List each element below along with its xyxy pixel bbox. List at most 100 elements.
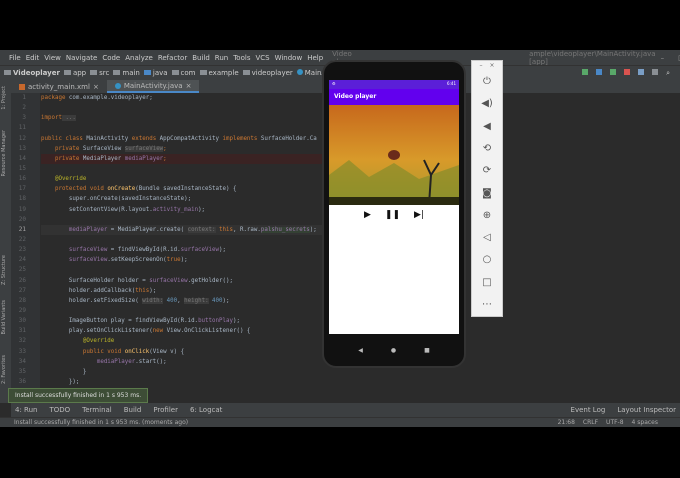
volume-up-icon[interactable]: ◀) [481,93,493,115]
code-editor[interactable]: package com.example.videoplayer; import … [41,93,326,403]
crumb-label: Videoplayer [13,69,60,77]
emulator-toolbar: – × ⏻ ◀) ◀ ⟲ ⟳ ◙ ⊕ ◁ ○ □ ⋯ [471,60,503,317]
line-number: 11 [18,124,26,132]
tool-run[interactable]: 4: Run [15,406,37,414]
close-tab-icon[interactable]: × [186,82,192,90]
tool-profiler[interactable]: Profiler [153,406,178,414]
rotate-left-icon[interactable]: ⟲ [483,138,491,160]
rotate-right-icon[interactable]: ⟳ [483,160,491,182]
status-bar: Install successfully finished in 1 s 953… [0,417,680,427]
tool-project[interactable]: 1: Project [1,86,7,110]
indent-setting[interactable]: 4 spaces [632,419,658,426]
code-token: activity_main [152,206,199,213]
minimize-button[interactable]: – [661,54,665,62]
line-number: 33 [18,347,26,355]
menu-help[interactable]: Help [307,54,323,62]
run-icon[interactable] [582,68,589,75]
line-number: 29 [18,306,26,314]
back-icon[interactable]: ◀ [358,347,363,354]
zoom-icon[interactable]: ⊕ [483,205,491,227]
code-token: , R.raw. [232,226,261,233]
profile-icon[interactable] [596,68,603,75]
code-token: ); [180,257,188,264]
tool-favorites[interactable]: 2: Favorites [1,355,7,384]
tab-activity-main-xml[interactable]: activity_main.xml × [11,80,107,93]
param-hint: context: [187,226,216,233]
phone-nav-bar: ◀ ● ■ [324,347,464,354]
class-icon [296,69,303,75]
code-token: this [215,226,233,233]
menu-run[interactable]: Run [215,54,228,62]
crumb-src[interactable]: src [90,69,109,77]
tool-todo[interactable]: TODO [49,406,70,414]
volume-down-icon[interactable]: ◀ [483,116,491,138]
pause-button[interactable]: ❚❚ [385,210,400,220]
app-title: Video player [329,89,459,105]
menu-navigate[interactable]: Navigate [66,54,97,62]
xml-file-icon [19,83,25,90]
code-token: holder.setFixedSize( [41,297,143,304]
video-surface[interactable] [329,105,459,205]
tool-event-log[interactable]: Event Log [571,406,606,414]
menu-view[interactable]: View [44,54,61,62]
play-button[interactable]: ▶ [364,210,371,220]
tool-terminal[interactable]: Terminal [82,406,112,414]
crumb-java[interactable]: java [143,69,168,77]
tool-build-variants[interactable]: Build Variants [1,300,7,334]
menu-file[interactable]: File [9,54,21,62]
power-icon[interactable]: ⏻ [483,71,491,93]
file-encoding[interactable]: UTF-8 [606,419,624,426]
apply-changes-icon[interactable] [610,68,617,75]
crumb-videoplayer-pkg[interactable]: videoplayer [242,69,293,77]
camera-icon[interactable]: ◙ [482,182,492,204]
menu-build[interactable]: Build [192,54,210,62]
next-button[interactable]: ▶| [414,210,424,220]
tool-layout-inspector[interactable]: Layout Inspector [617,406,676,414]
menu-refactor[interactable]: Refactor [158,54,187,62]
menu-tools[interactable]: Tools [233,54,250,62]
code-token: View.OnClickListener() { [166,328,251,335]
line-separator[interactable]: CRLF [583,419,598,426]
tool-build[interactable]: Build [124,406,142,414]
code-token: mediaPlayer [41,226,108,233]
home-icon[interactable]: ○ [483,249,492,271]
line-number: 18 [18,195,26,203]
code-token: palshu_secrets [260,226,310,233]
emulator-minimize-button[interactable]: – [479,62,482,69]
tool-logcat[interactable]: 6: Logcat [190,406,222,414]
more-icon[interactable]: ⋯ [482,294,492,316]
emulator-phone: ⚙ 6:41 Video player ▶ ❚❚ ▶| ◀ ● ■ [322,60,466,368]
tab-mainactivity-java[interactable]: MainActivity.java × [106,80,200,93]
sdk-manager-icon[interactable] [638,68,645,75]
crumb-videoplayer[interactable]: Videoplayer [4,69,60,77]
menu-window[interactable]: Window [275,54,303,62]
crumb-example[interactable]: example [199,69,239,77]
folded-imports[interactable]: ... [61,115,76,122]
recents-icon[interactable]: ■ [424,347,430,354]
code-token: SurfaceView [82,145,125,152]
search-icon[interactable]: ⌕ [666,69,670,78]
back-icon[interactable]: ◁ [483,227,491,249]
install-notification[interactable]: Install successfully finished in 1 s 953… [8,388,149,403]
tool-resource-manager[interactable]: Resource Manager [1,130,7,176]
status-message: Install successfully finished in 1 s 953… [14,419,189,426]
crumb-com[interactable]: com [171,69,196,77]
menu-vcs[interactable]: VCS [255,54,269,62]
menu-analyze[interactable]: Analyze [125,54,153,62]
crumb-app[interactable]: app [63,69,86,77]
stop-icon[interactable] [624,68,631,75]
avd-manager-icon[interactable] [652,68,659,75]
menu-edit[interactable]: Edit [26,54,40,62]
overview-icon[interactable]: □ [482,272,491,294]
code-token: AppCompatActivity [159,135,223,142]
line-number: 2 [22,104,26,112]
close-tab-icon[interactable]: × [93,83,99,91]
emulator-close-button[interactable]: × [489,62,494,69]
tool-structure[interactable]: Z: Structure [1,255,7,285]
package-icon [171,70,179,75]
home-icon[interactable]: ● [391,347,396,354]
menu-code[interactable]: Code [102,54,120,62]
caret-position[interactable]: 21:68 [558,419,575,426]
crumb-main[interactable]: main [113,69,140,77]
line-number: 31 [18,327,26,335]
